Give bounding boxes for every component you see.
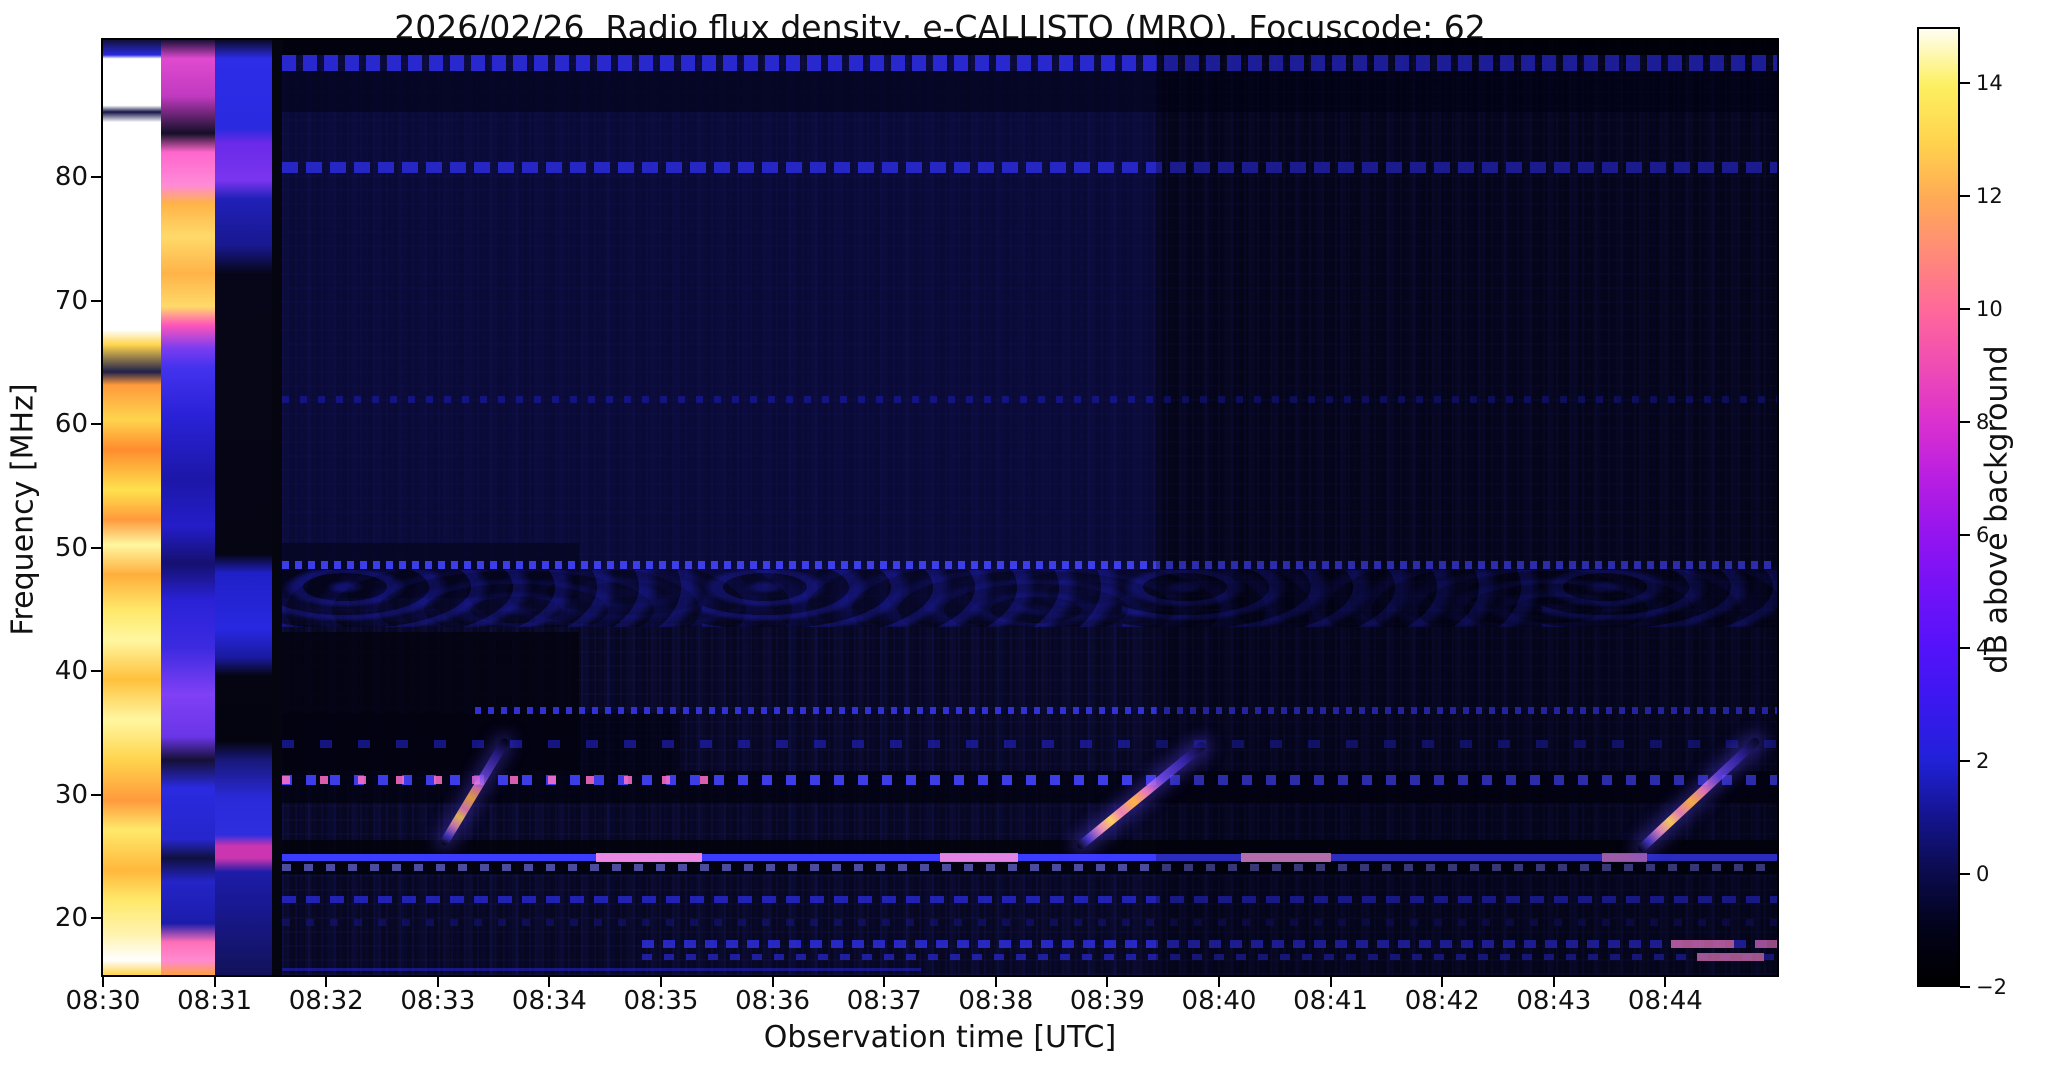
y-tick-label: 20 xyxy=(54,903,88,934)
colorbar-tick-mark xyxy=(1960,760,1970,763)
calibration-column-warm xyxy=(160,40,215,975)
y-tick-label: 70 xyxy=(54,285,88,316)
colorbar-tick-mark xyxy=(1960,195,1970,198)
x-tick-label: 08:30 xyxy=(65,986,141,1016)
colorbar-tick-mark xyxy=(1960,873,1970,876)
bright-left-zone xyxy=(281,40,1156,622)
colorbar-tick-mark xyxy=(1960,647,1970,650)
x-tick-label: 08:36 xyxy=(735,986,811,1016)
x-tick-label: 08:39 xyxy=(1069,986,1145,1016)
figure: 2026/02/26 Radio flux density, e-CALLIST… xyxy=(0,0,2047,1067)
colorbar-tick-mark xyxy=(1960,421,1970,424)
x-tick-label: 08:43 xyxy=(1516,986,1592,1016)
y-tick-label: 50 xyxy=(54,532,88,563)
colorbar-tick-mark xyxy=(1960,308,1970,311)
y-tick-label: 80 xyxy=(54,162,88,193)
x-tick-label: 08:40 xyxy=(1181,986,1257,1016)
colorbar-tick-label: 2 xyxy=(1976,749,1990,774)
colorbar-label: dB above background xyxy=(1979,345,2015,674)
y-tick-mark xyxy=(91,793,103,796)
colorbar-tick-label: 0 xyxy=(1976,862,1990,887)
x-tick-label: 08:37 xyxy=(846,986,922,1016)
line-25-hot-1 xyxy=(595,853,702,862)
x-tick-label: 08:44 xyxy=(1627,986,1703,1016)
x-tick-label: 08:34 xyxy=(511,986,587,1016)
calibration-gap xyxy=(272,40,282,975)
y-tick-mark xyxy=(91,176,103,179)
colorbar-tick-mark xyxy=(1960,82,1970,85)
x-tick-label: 08:35 xyxy=(623,986,699,1016)
colorbar-tick-mark xyxy=(1960,534,1970,537)
x-tick-label: 08:42 xyxy=(1404,986,1480,1016)
pink-dashes-31 xyxy=(281,776,717,784)
y-tick-mark xyxy=(91,423,103,426)
line-25-hot-2 xyxy=(940,853,1019,862)
calibration-column-bright xyxy=(103,40,161,975)
y-tick-mark xyxy=(91,917,103,920)
x-tick-label: 08:38 xyxy=(958,986,1034,1016)
x-tick-label: 08:33 xyxy=(400,986,476,1016)
y-tick-label: 60 xyxy=(54,409,88,440)
x-tick-label: 08:41 xyxy=(1293,986,1369,1016)
y-tick-label: 30 xyxy=(54,779,88,810)
y-tick-mark xyxy=(91,299,103,302)
colorbar-tick-label: 14 xyxy=(1976,71,2003,96)
colorbar-tick-label: −2 xyxy=(1976,975,2007,999)
calibration-column-cool xyxy=(214,40,273,975)
y-tick-mark xyxy=(91,670,103,673)
colorbar-tick-mark xyxy=(1960,986,1970,988)
y-tick-mark xyxy=(91,546,103,549)
colorbar-tick-label: 12 xyxy=(1976,184,2003,209)
bottom-line-16 xyxy=(281,967,922,972)
dim-right-zone xyxy=(1155,40,1777,975)
x-axis-label: Observation time [UTC] xyxy=(763,1020,1117,1055)
y-tick-label: 40 xyxy=(54,656,88,687)
spectrogram-plot xyxy=(103,40,1777,975)
colorbar xyxy=(1917,27,1960,987)
x-tick-label: 08:32 xyxy=(288,986,364,1016)
x-tick-label: 08:31 xyxy=(177,986,253,1016)
